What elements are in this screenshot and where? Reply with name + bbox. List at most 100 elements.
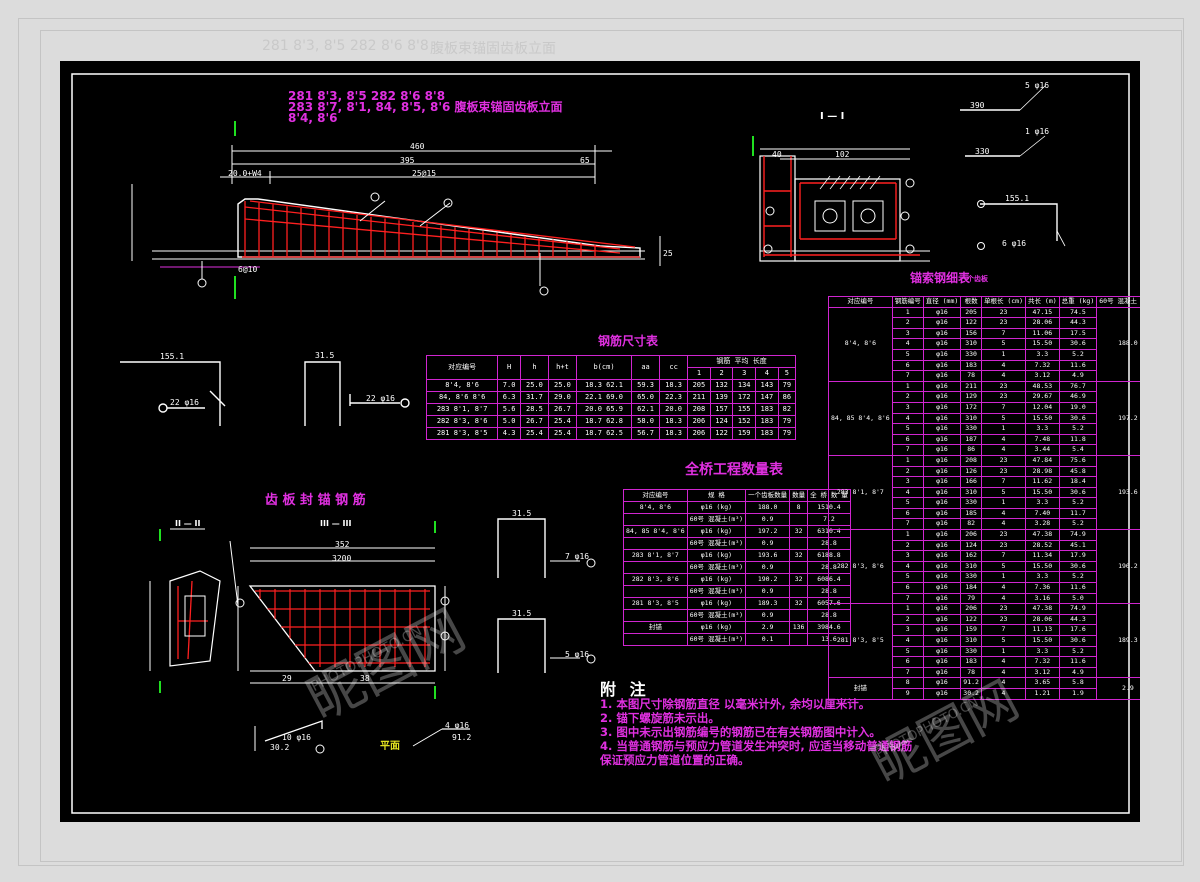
table-cell: 数量 (789, 489, 809, 502)
table-cell: 60号 混凝土 (m³) (1096, 296, 1140, 308)
table-cell: 172 (960, 401, 982, 414)
table-row: 60号 混凝土(m³) 0.9 28.8 (623, 537, 851, 550)
table-cell: 84, 85 8'4, 8'6 (828, 380, 893, 456)
table-cell: 7 (980, 476, 1027, 488)
table-cell: 5 (891, 348, 924, 361)
table-cell: φ16 (922, 465, 962, 478)
table-cell: 23 (980, 613, 1027, 626)
table-cell: φ16 (922, 539, 962, 552)
table-row: 281 8'3, 8'5 φ16 (kg) 189.3 32 6057.6 (623, 597, 851, 610)
table-cell: 一个齿板数量 (745, 489, 791, 502)
table-cell: φ16 (922, 433, 962, 446)
table-cell: φ16 (922, 582, 962, 594)
table-cell: H (497, 355, 521, 380)
table-cell: 23 (980, 603, 1027, 615)
table-cell: 3 (891, 624, 924, 636)
table-cell: 7 (891, 444, 924, 456)
table-cell: 18.3 62.1 (575, 379, 633, 392)
label-7: 7 φ16 (565, 552, 590, 561)
table-cell: 183 (960, 359, 982, 372)
table-cell (789, 585, 809, 598)
table-cell: 197.2 (745, 525, 791, 538)
table-cell: 84, 85 8'4, 8'6 (623, 525, 688, 538)
notes-block: 附 注 1. 本图尺寸除钢筋直径 以毫米计外, 余均以厘米计。 2. 锚下螺旋筋… (600, 682, 912, 768)
shape-31-5-b: 31.5 (512, 509, 532, 518)
dim-total-len: 460 (410, 142, 425, 151)
table-cell: 3.3 (1025, 348, 1060, 361)
table-cell: φ16 (922, 444, 962, 456)
table-cell: 0.9 (745, 585, 791, 598)
table-row: 282 8'3, 8'6 5.0 26.7 25.4 18.7 62.8 58.0 18.3… (425, 415, 797, 428)
table-cell: 1 (980, 423, 1027, 435)
table-cell: 129 (960, 391, 982, 403)
table-cell: 122 (960, 317, 982, 329)
table-cell: 5 (891, 423, 924, 435)
table-cell: φ16 (922, 327, 962, 340)
table-row: 60号 混凝土(m³) 0.9 28.8 (623, 585, 851, 598)
table-cell: 23 (980, 539, 1027, 552)
table-cell: 60号 混凝土(m³) (686, 633, 747, 646)
table-cell: 11.34 (1025, 550, 1060, 562)
table-cell: φ16 (922, 391, 962, 403)
table-cell: 3.16 (1025, 592, 1060, 605)
table-cell: φ16 (922, 338, 962, 350)
table-cell: 6 (891, 507, 924, 520)
table-cell: 184 (960, 582, 982, 594)
table-cell: 2.9 (1096, 677, 1140, 700)
table-cell: 1.9 (1058, 687, 1098, 700)
table-cell: 4 (980, 582, 1027, 594)
table-cell: 7.36 (1025, 582, 1060, 594)
table-cell: 直径 (mm) (922, 296, 962, 308)
table-cell: 283 8'1, 8'7 (425, 403, 499, 416)
table-row: 282 8'3, 8'61φ162062347.3874.9190.20.9 (828, 529, 1140, 605)
table-cell (623, 609, 688, 622)
table-cell: φ16 (922, 317, 962, 329)
table-cell: 79 (777, 415, 797, 428)
table-cell: 4 (980, 507, 1027, 520)
table-cell: 193.6 (1096, 454, 1140, 531)
table-cell: φ16 (922, 656, 962, 668)
table-cell: φ16 (922, 529, 962, 541)
table-cell: 48.53 (1025, 380, 1060, 393)
table-row: 283 8'1, 8'71φ162082347.8475.6193.60.9 (828, 454, 1140, 531)
table-row: 283 8'1, 8'7 5.6 28.5 26.7 20.0 65.9 62.1 20.0… (425, 403, 797, 416)
table-cell: 157 (709, 403, 734, 416)
table-cell: 189.3 (745, 597, 791, 610)
table-cell: 7 (891, 518, 924, 531)
table-cell: 208 (960, 454, 982, 467)
table-cell: 5.2 (1058, 423, 1098, 435)
table-cell: 28.5 (519, 403, 549, 416)
table-cell: 7.32 (1025, 656, 1060, 668)
table-cell: 3 (891, 476, 924, 488)
table-cell: 5 (980, 412, 1027, 425)
table-cell: 4 (755, 367, 779, 380)
table-cell: 330 (960, 497, 982, 509)
table-cell: φ16 (922, 476, 962, 488)
table-cell: 1 (980, 497, 1027, 509)
table-cell: 22.3 (659, 391, 689, 404)
table-cell: 32 (789, 549, 809, 562)
table-cell: φ16 (922, 306, 962, 319)
table-cell: 28.98 (1025, 465, 1060, 478)
table-cell: 15.50 (1025, 635, 1060, 647)
table-cell: 156 (960, 327, 982, 340)
table-row: 84, 85 8'4, 8'6 φ16 (kg) 197.2 32 6310.4 (623, 525, 851, 538)
table-cell: 79 (777, 427, 797, 440)
table-cell: 1.21 (1025, 687, 1060, 700)
table-row: 84, 85 8'4, 8'61φ162112348.5376.7197.20.… (828, 380, 1140, 456)
table-cell: 18.7 62.5 (575, 427, 633, 440)
table-cell: aa (631, 355, 661, 380)
table-cell: 4 (980, 592, 1027, 605)
dim-bottom: 6@10 (238, 265, 258, 274)
table-cell: 23 (980, 391, 1027, 403)
table-cell: 18.4 (1058, 476, 1098, 488)
dim-v25: 25 (663, 249, 673, 258)
table-cell: cc (659, 355, 689, 380)
table-cell (789, 513, 809, 526)
table-cell: 65.0 (631, 391, 661, 404)
table-cell: h+t (547, 355, 577, 380)
table-cell: 1 (980, 571, 1027, 584)
table-cell: 188.0 (1096, 306, 1140, 382)
table-cell: 47.38 (1025, 603, 1060, 615)
table-cell: 4 (980, 518, 1027, 531)
